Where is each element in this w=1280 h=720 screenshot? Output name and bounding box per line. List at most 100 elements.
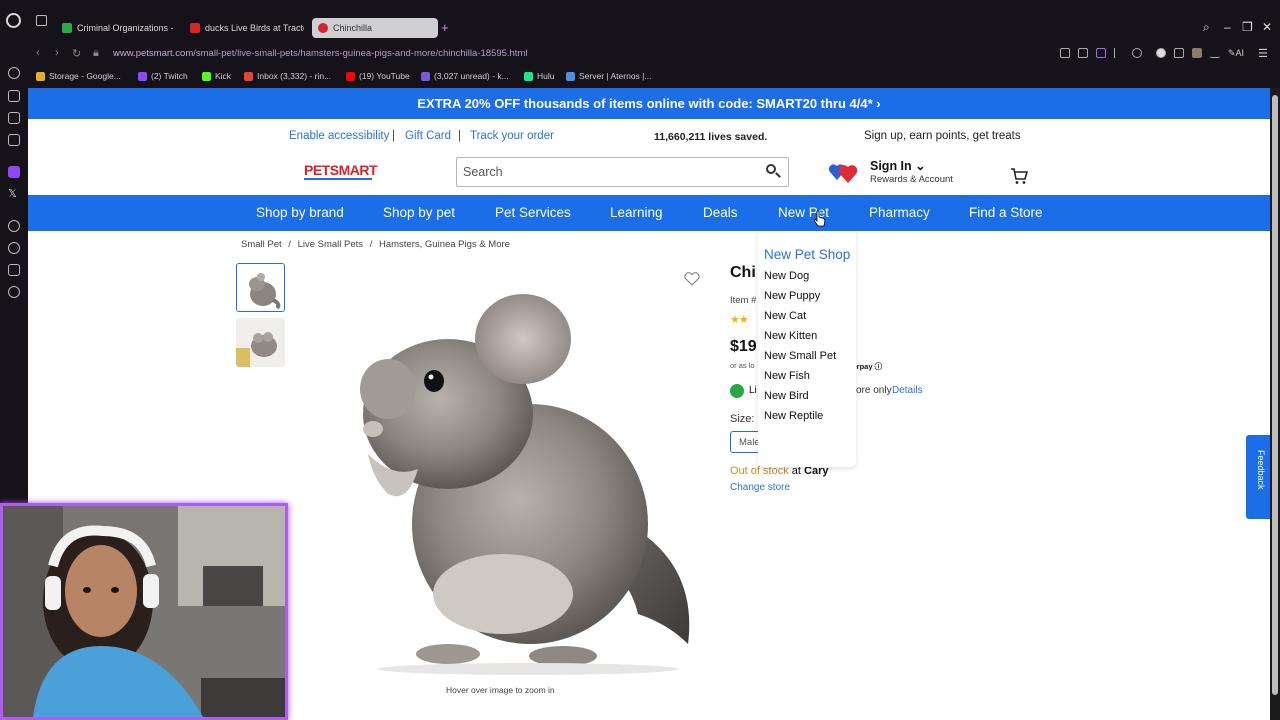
minimize-icon[interactable]: – bbox=[1224, 20, 1231, 34]
change-store-link[interactable]: Change store bbox=[730, 482, 790, 493]
gmail-icon bbox=[244, 71, 253, 81]
menu-item-new-cat[interactable]: New Cat bbox=[764, 310, 806, 322]
breadcrumb-small-pet[interactable]: Small Pet bbox=[241, 239, 282, 250]
profile-avatar-icon[interactable] bbox=[1192, 48, 1202, 58]
bookmarks-bar: Storage - Google... (2) Twitch Kick Inbo… bbox=[28, 66, 1280, 88]
wishlist-heart-icon[interactable] bbox=[684, 272, 700, 286]
tab-chinchilla[interactable]: Chinchilla bbox=[312, 18, 438, 38]
restore-icon[interactable]: ❐ bbox=[1242, 20, 1253, 34]
tab-criminal-organizations[interactable]: Criminal Organizations - G bbox=[56, 18, 176, 38]
separator: | bbox=[458, 130, 461, 142]
feedback-label: Feedback bbox=[1256, 450, 1266, 490]
menu-item-new-puppy[interactable]: New Puppy bbox=[764, 290, 820, 302]
google-drive-favicon-icon bbox=[62, 23, 72, 33]
enable-accessibility-link[interactable]: Enable accessibility bbox=[289, 130, 389, 142]
search-input[interactable] bbox=[463, 162, 753, 182]
bookmark-twitch[interactable]: (2) Twitch bbox=[138, 71, 188, 81]
nav-shop-by-brand[interactable]: Shop by brand bbox=[256, 205, 344, 220]
bookmark-storage-google[interactable]: Storage - Google... bbox=[36, 71, 121, 81]
bookmark-youtube[interactable]: (19) YouTube bbox=[346, 71, 410, 81]
extension-s-icon[interactable] bbox=[1156, 48, 1166, 58]
nav-shop-by-pet[interactable]: Shop by pet bbox=[383, 205, 455, 220]
nav-learning[interactable]: Learning bbox=[610, 205, 663, 220]
lives-saved-counter: 11,660,211 lives saved. bbox=[654, 131, 768, 143]
download-icon[interactable] bbox=[1210, 48, 1220, 58]
play-icon[interactable] bbox=[1114, 48, 1124, 58]
x-twitter-icon[interactable]: 𝕏 bbox=[8, 188, 20, 200]
tab-label: ducks Live Birds at Tracto bbox=[205, 23, 304, 33]
sign-in-button[interactable]: Sign In ⌄ bbox=[870, 158, 926, 173]
menu-item-new-fish[interactable]: New Fish bbox=[764, 370, 810, 382]
reload-icon[interactable]: ↻ bbox=[72, 47, 81, 60]
extensions-sidebar-icon[interactable] bbox=[8, 264, 20, 276]
rating-stars-icon[interactable]: ★★ bbox=[730, 313, 749, 326]
bookmark-aternos[interactable]: Server | Aternos |... bbox=[566, 71, 651, 81]
product-thumbnail-2[interactable] bbox=[236, 318, 285, 367]
availability-label: Li bbox=[749, 385, 757, 396]
nav-pet-services[interactable]: Pet Services bbox=[495, 205, 571, 220]
details-link[interactable]: Details bbox=[892, 385, 923, 396]
signup-promo-link[interactable]: Sign up, earn points, get treats bbox=[864, 130, 1021, 142]
player-icon[interactable] bbox=[8, 220, 20, 232]
product-title: Chi bbox=[730, 264, 756, 281]
bookmark-yahoo-mail[interactable]: (3,027 unread) - k... bbox=[421, 71, 509, 81]
search-icon[interactable] bbox=[764, 163, 782, 181]
bookmark-gmail-inbox[interactable]: Inbox (3,332) - rin... bbox=[244, 71, 331, 81]
petsmart-logo[interactable]: PETSMART bbox=[304, 162, 378, 182]
product-thumbnail-1[interactable] bbox=[236, 263, 285, 312]
menu-item-new-kitten[interactable]: New Kitten bbox=[764, 330, 817, 342]
address-bar: ‹ › ↻ 🔒︎ www.petsmart.com/small-pet/live… bbox=[28, 40, 1280, 66]
tab-label: Chinchilla bbox=[333, 23, 373, 33]
pocket-icon[interactable] bbox=[1096, 48, 1106, 58]
back-icon[interactable]: ‹ bbox=[36, 47, 40, 59]
extensions-icon[interactable] bbox=[1174, 48, 1184, 58]
breadcrumb-live-small-pets[interactable]: Live Small Pets bbox=[298, 239, 363, 250]
nav-pharmacy[interactable]: Pharmacy bbox=[869, 205, 930, 220]
cart-icon[interactable] bbox=[1010, 167, 1029, 185]
gift-card-link[interactable]: Gift Card bbox=[405, 130, 451, 142]
new-pet-shop-link[interactable]: New Pet Shop bbox=[764, 247, 850, 262]
bookmark-label: (19) YouTube bbox=[359, 71, 410, 81]
feedback-tab[interactable]: Feedback bbox=[1246, 435, 1270, 519]
snapshot-icon[interactable] bbox=[1078, 48, 1088, 58]
page-scrollbar-thumb[interactable] bbox=[1272, 95, 1278, 695]
kick-icon bbox=[202, 71, 211, 81]
menu-item-new-small-pet[interactable]: New Small Pet bbox=[764, 350, 836, 362]
shopping-bag-icon[interactable] bbox=[8, 90, 20, 102]
history-icon[interactable] bbox=[8, 242, 20, 254]
menu-item-new-reptile[interactable]: New Reptile bbox=[764, 410, 823, 422]
twitch-sidebar-icon[interactable] bbox=[8, 166, 20, 178]
breadcrumb-hamsters-guinea-pigs[interactable]: Hamsters, Guinea Pigs & More bbox=[379, 239, 510, 250]
close-icon[interactable]: ✕ bbox=[1262, 20, 1272, 34]
tractor-supply-favicon-icon bbox=[190, 23, 200, 33]
tab-search-icon[interactable]: ⌕ bbox=[1203, 20, 1210, 35]
installment-text: or as lo bbox=[730, 361, 755, 370]
menu-item-new-dog[interactable]: New Dog bbox=[764, 270, 809, 282]
main-navigation: Shop by brand Shop by pet Pet Services L… bbox=[28, 195, 1270, 231]
tab-ducks-live-birds[interactable]: ducks Live Birds at Tracto bbox=[184, 18, 304, 38]
opera-logo-icon[interactable] bbox=[6, 13, 21, 28]
easy-setup-icon[interactable]: ☰ bbox=[1258, 47, 1268, 60]
nav-find-a-store[interactable]: Find a Store bbox=[969, 205, 1043, 220]
url-field[interactable]: www.petsmart.com/small-pet/live-small-pe… bbox=[113, 48, 527, 59]
heart-icon[interactable] bbox=[1132, 48, 1142, 58]
menu-item-new-bird[interactable]: New Bird bbox=[764, 390, 809, 402]
settings-gear-icon[interactable] bbox=[8, 286, 20, 298]
bookmark-label: Kick bbox=[215, 71, 232, 81]
tab-overview-icon[interactable] bbox=[36, 15, 47, 26]
promo-banner[interactable]: EXTRA 20% OFF thousands of items online … bbox=[28, 88, 1270, 119]
speed-dial-icon[interactable] bbox=[8, 67, 20, 79]
nav-deals[interactable]: Deals bbox=[703, 205, 738, 220]
bookmark-kick[interactable]: Kick bbox=[202, 71, 231, 81]
new-tab-icon[interactable]: + bbox=[441, 20, 449, 35]
messenger-icon[interactable] bbox=[8, 134, 20, 146]
bookmark-hulu[interactable]: Hulu bbox=[524, 71, 554, 81]
bookmark-icon[interactable] bbox=[1060, 48, 1070, 58]
track-order-link[interactable]: Track your order bbox=[470, 130, 554, 142]
logo-text: PETSMART bbox=[304, 162, 378, 178]
aria-ai-button[interactable]: ✎AI bbox=[1228, 48, 1244, 59]
gallery-icon[interactable] bbox=[8, 112, 20, 124]
product-main-image[interactable] bbox=[298, 264, 710, 684]
forward-icon[interactable]: › bbox=[55, 47, 59, 59]
bookmark-label: (3,027 unread) - k... bbox=[434, 71, 509, 81]
